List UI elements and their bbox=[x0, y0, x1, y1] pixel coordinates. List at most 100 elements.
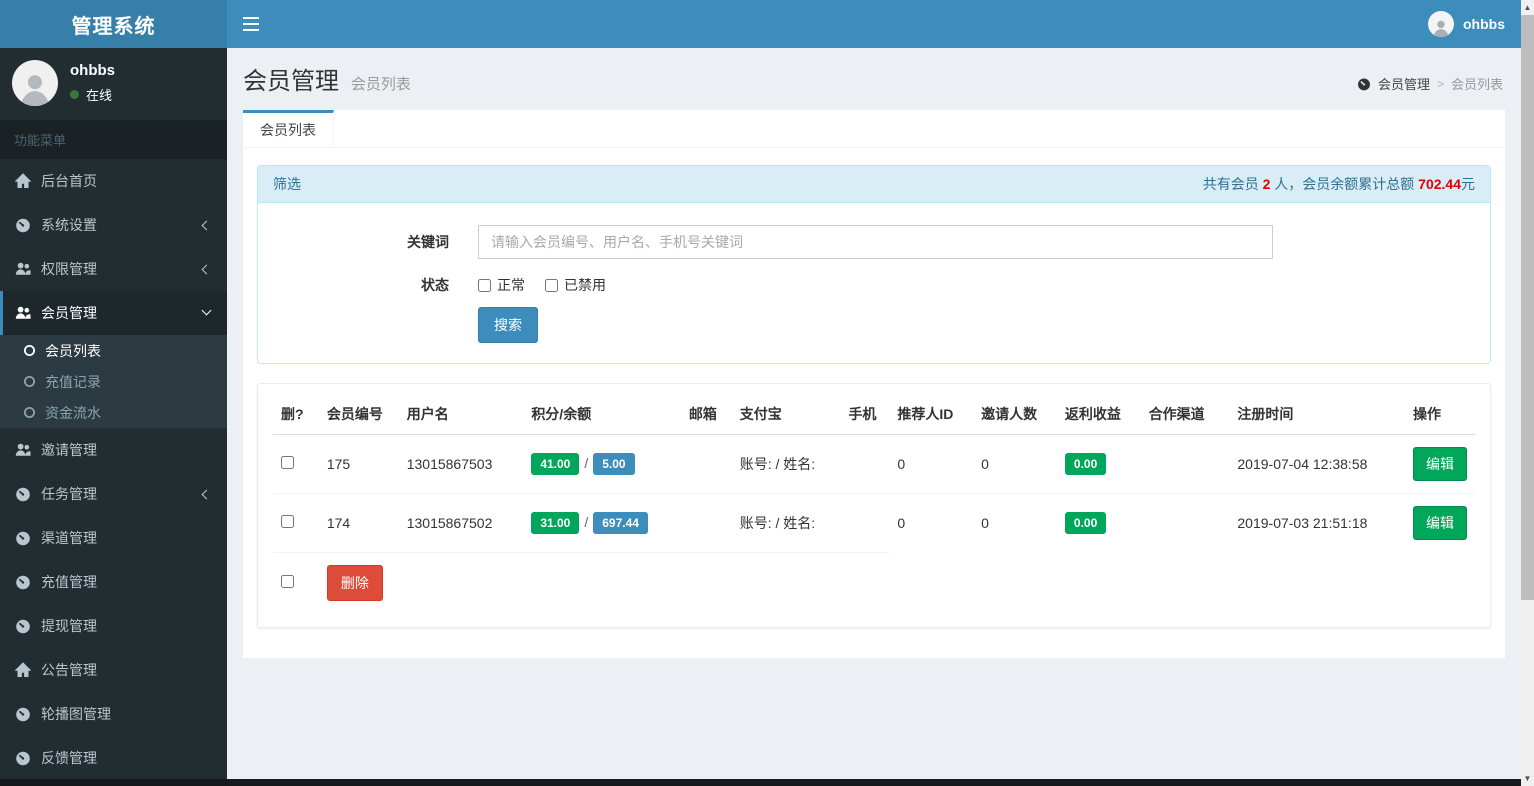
col-email: 邮箱 bbox=[680, 394, 732, 435]
member-referrer-id: 0 bbox=[897, 456, 906, 472]
member-register-time: 2019-07-03 21:51:18 bbox=[1229, 493, 1405, 552]
sidebar-item-recharge-management[interactable]: 充值管理 bbox=[0, 560, 227, 604]
content-header: 会员管理 会员列表 会员管理 > 会员列表 bbox=[227, 48, 1521, 110]
col-referrer-id: 推荐人ID bbox=[889, 394, 974, 435]
sidebar-item-backend-home[interactable]: 后台首页 bbox=[0, 159, 227, 203]
chevron-left-icon bbox=[201, 489, 212, 499]
filter-title: 筛选 bbox=[273, 176, 301, 192]
sidebar-section-header: 功能菜单 bbox=[0, 120, 227, 159]
sidebar-item-system-settings[interactable]: 系统设置 bbox=[0, 203, 227, 247]
sidebar-subitem-member-list[interactable]: 会员列表 bbox=[0, 335, 227, 366]
gauge-icon bbox=[1357, 77, 1371, 91]
row-select-checkbox[interactable] bbox=[281, 456, 294, 469]
main-content: 会员管理 会员列表 会员管理 > 会员列表 会员列表 筛选 共有会员 2 人，会… bbox=[227, 48, 1521, 786]
gauge-icon bbox=[15, 706, 31, 722]
page-subtitle: 会员列表 bbox=[350, 76, 411, 93]
top-bar: 管理系统 ohbbs bbox=[0, 0, 1521, 48]
balance-badge: 5.00 bbox=[593, 453, 635, 475]
member-phone bbox=[840, 493, 890, 552]
chevron-left-icon bbox=[201, 264, 212, 274]
member-register-time: 2019-07-04 12:38:58 bbox=[1237, 456, 1368, 472]
row-select-checkbox[interactable] bbox=[281, 514, 294, 528]
sidebar-item-announcement-management[interactable]: 公告管理 bbox=[0, 648, 227, 692]
sidebar-item-withdrawal-management[interactable]: 提现管理 bbox=[0, 604, 227, 648]
circle-o-icon bbox=[23, 375, 36, 388]
navbar-user-name: ohbbs bbox=[1463, 16, 1505, 32]
status-normal-checkbox[interactable] bbox=[478, 278, 491, 292]
keyword-input[interactable] bbox=[478, 225, 1273, 259]
col-points-balance: 积分/余额 bbox=[523, 394, 681, 435]
sidebar-user-panel: ohbbs 在线 bbox=[0, 48, 227, 120]
col-alipay: 支付宝 bbox=[731, 394, 841, 435]
status-disabled-checkbox[interactable] bbox=[545, 278, 558, 292]
delete-row: 删除 bbox=[273, 551, 1475, 613]
col-channel: 合作渠道 bbox=[1140, 394, 1230, 435]
edit-button[interactable]: 编辑 bbox=[1413, 506, 1467, 540]
sidebar-user-name: ohbbs bbox=[70, 62, 115, 79]
admin-screen: 管理系统 ohbbs ohbbs 在线 功能菜单 后台首页 系统设置 权限管理 … bbox=[0, 0, 1534, 786]
sidebar-item-feedback-management[interactable]: 反馈管理 bbox=[0, 736, 227, 780]
table-row: 175 13015867503 41.00/5.00 账号: / 姓名: 0 0… bbox=[273, 435, 1475, 494]
vertical-scrollbar[interactable]: ▲ ▼ bbox=[1521, 0, 1534, 786]
sidebar-avatar bbox=[12, 60, 58, 106]
filter-panel: 筛选 共有会员 2 人，会员余额累计总额 702.44元 关键词 请输入会员编号… bbox=[257, 165, 1491, 364]
member-invite-count: 0 bbox=[973, 493, 1057, 552]
circle-o-icon bbox=[23, 406, 36, 419]
member-channel bbox=[1141, 435, 1230, 494]
scroll-up-arrow-icon[interactable]: ▲ bbox=[1521, 0, 1534, 15]
brand-logo[interactable]: 管理系统 bbox=[0, 0, 227, 48]
tab-member-list[interactable]: 会员列表 bbox=[243, 110, 334, 147]
users-icon bbox=[15, 305, 31, 321]
select-all-checkbox[interactable] bbox=[281, 574, 294, 588]
col-rebate: 返利收益 bbox=[1056, 394, 1141, 435]
sidebar-subitem-fund-flow[interactable]: 资金流水 bbox=[0, 397, 227, 428]
status-disabled-option[interactable]: 已禁用 bbox=[545, 275, 606, 295]
gauge-icon bbox=[15, 217, 31, 233]
sidebar-user-status: 在线 bbox=[70, 85, 115, 104]
navbar-user-menu[interactable]: ohbbs bbox=[1428, 11, 1505, 37]
sidebar-toggle-icon[interactable] bbox=[243, 17, 263, 31]
member-referrer-id: 0 bbox=[889, 493, 974, 552]
search-button[interactable]: 搜索 bbox=[478, 307, 538, 343]
delete-button[interactable]: 删除 bbox=[326, 564, 383, 601]
member-id: 175 bbox=[326, 456, 351, 472]
scroll-down-arrow-icon[interactable]: ▼ bbox=[1521, 771, 1534, 786]
points-badge: 41.00 bbox=[531, 453, 580, 475]
online-dot-icon bbox=[70, 90, 79, 99]
tab-content: 筛选 共有会员 2 人，会员余额累计总额 702.44元 关键词 请输入会员编号… bbox=[243, 148, 1505, 658]
member-username: 13015867502 bbox=[398, 493, 524, 552]
edit-button[interactable]: 编辑 bbox=[1413, 447, 1467, 481]
gauge-icon bbox=[15, 618, 31, 634]
sidebar-item-member-management[interactable]: 会员管理 bbox=[0, 291, 227, 335]
home-icon bbox=[15, 173, 31, 189]
user-avatar-icon bbox=[1428, 11, 1454, 37]
balance-total: 702.44 bbox=[1418, 176, 1461, 192]
member-invite-count: 0 bbox=[981, 456, 989, 472]
tab-widget: 会员列表 筛选 共有会员 2 人，会员余额累计总额 702.44元 关键词 请输… bbox=[243, 110, 1505, 658]
rebate-badge: 0.00 bbox=[1064, 453, 1107, 475]
status-label: 状态 bbox=[421, 277, 449, 293]
sidebar-menu: 后台首页 系统设置 权限管理 会员管理 会员列表 充值记录 资金流水 邀请管理 … bbox=[0, 159, 227, 780]
sidebar-item-invitation-management[interactable]: 邀请管理 bbox=[0, 428, 227, 472]
sidebar-subitem-recharge-records[interactable]: 充值记录 bbox=[0, 366, 227, 397]
breadcrumb-root[interactable]: 会员管理 bbox=[1378, 74, 1430, 93]
sidebar-item-channel-management[interactable]: 渠道管理 bbox=[0, 516, 227, 560]
col-register-time: 注册时间 bbox=[1229, 394, 1405, 435]
sidebar-item-task-management[interactable]: 任务管理 bbox=[0, 472, 227, 516]
member-id: 174 bbox=[318, 493, 399, 552]
member-summary: 共有会员 2 人，会员余额累计总额 702.44元 bbox=[1202, 176, 1475, 192]
col-username: 用户名 bbox=[398, 394, 524, 435]
sidebar-item-permission-management[interactable]: 权限管理 bbox=[0, 247, 227, 291]
chevron-left-icon bbox=[201, 220, 212, 230]
scrollbar-thumb[interactable] bbox=[1521, 15, 1534, 600]
horizontal-scrollbar[interactable] bbox=[0, 779, 1521, 786]
status-normal-option[interactable]: 正常 bbox=[478, 275, 525, 295]
member-alipay: 账号: / 姓名: bbox=[739, 456, 816, 472]
points-badge: 31.00 bbox=[531, 511, 580, 534]
member-alipay: 账号: / 姓名: bbox=[731, 493, 841, 552]
breadcrumb: 会员管理 > 会员列表 bbox=[1357, 74, 1503, 93]
col-phone: 手机 bbox=[840, 394, 890, 435]
navbar: ohbbs bbox=[227, 0, 1521, 48]
member-username: 13015867503 bbox=[406, 456, 493, 472]
sidebar-item-carousel-management[interactable]: 轮播图管理 bbox=[0, 692, 227, 736]
